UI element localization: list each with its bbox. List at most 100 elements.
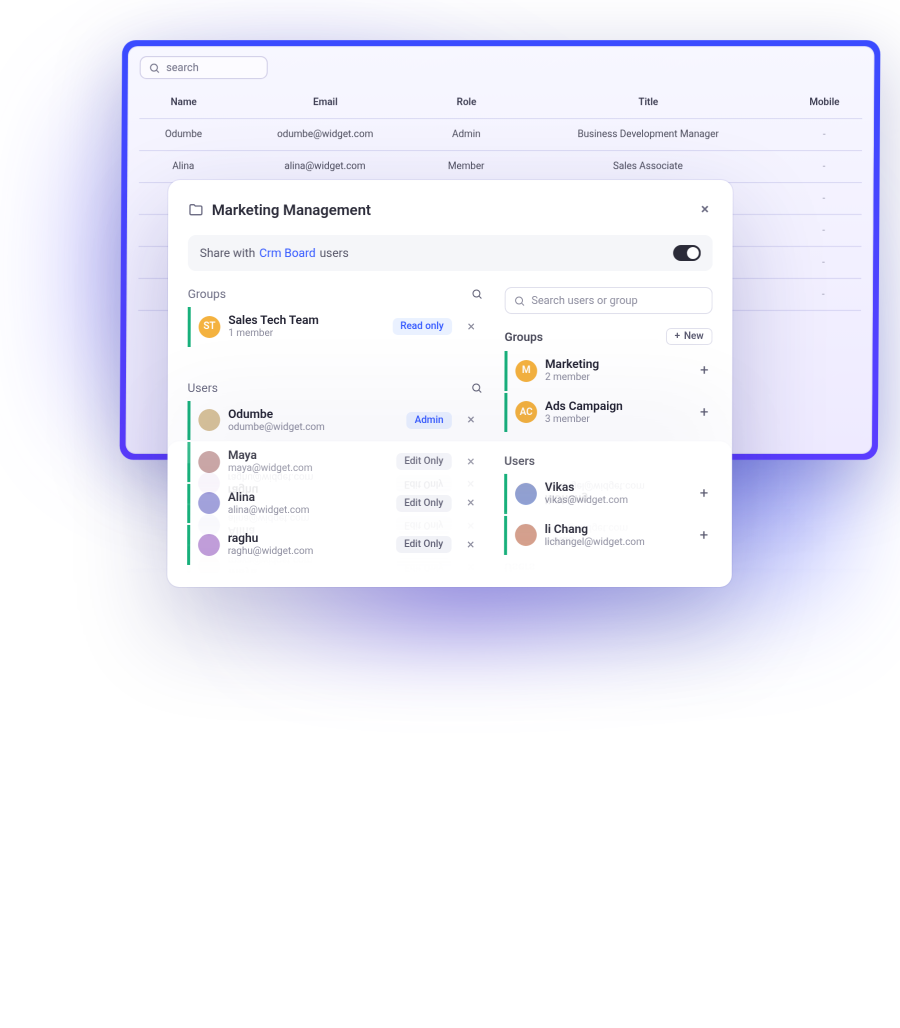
cell-title: Business Development Manager xyxy=(510,877,786,909)
cell-mobile: - xyxy=(785,717,861,749)
cell-name xyxy=(138,749,227,781)
cell-title: Business Development Manager xyxy=(510,119,786,151)
browse-users-label: Users xyxy=(504,454,535,468)
add-button[interactable]: + xyxy=(700,650,708,665)
permission-chip[interactable]: Admin xyxy=(407,412,452,429)
search-users-input[interactable]: Search users or group xyxy=(505,287,713,314)
search-icon[interactable] xyxy=(471,728,483,740)
shared-user-row[interactable]: Odumbeodumbe@widget.comAdmin× xyxy=(187,400,482,439)
browse-group-row[interactable]: ACAds Campaign3 member+ xyxy=(504,392,712,431)
search-icon[interactable] xyxy=(471,288,483,300)
permission-chip[interactable]: Edit Only xyxy=(396,536,451,553)
add-button[interactable]: + xyxy=(700,528,708,543)
shared-user-row[interactable]: raghuraghu@widget.comEdit Only× xyxy=(187,525,482,564)
search-icon[interactable] xyxy=(471,382,483,394)
share-toggle[interactable] xyxy=(673,767,701,783)
cell-name xyxy=(138,717,227,749)
permission-chip[interactable]: Edit Only xyxy=(396,495,451,512)
groups-section-header: Groups xyxy=(188,287,483,301)
search-placeholder: search xyxy=(166,954,199,967)
new-group-button[interactable]: + New xyxy=(666,683,713,700)
share-board-link[interactable]: Crm Board xyxy=(259,768,315,782)
cell-mobile: - xyxy=(786,151,862,183)
groups-label: Groups xyxy=(188,727,226,741)
share-toggle[interactable] xyxy=(673,245,701,261)
add-button[interactable]: + xyxy=(700,405,708,420)
shared-user-row[interactable]: Alinaalina@widget.comEdit Only× xyxy=(187,483,482,522)
browse-groups-label: Groups xyxy=(505,330,543,344)
remove-button[interactable]: × xyxy=(463,453,478,471)
table-row[interactable]: Alinaalina@widget.comMemberSales Associa… xyxy=(139,845,862,877)
close-button[interactable]: × xyxy=(697,198,713,221)
user-avatar xyxy=(515,483,537,505)
group-name: Marketing xyxy=(545,656,692,671)
user-avatar xyxy=(198,451,220,473)
group-avatar: M xyxy=(515,360,537,382)
group-subtext: 2 member xyxy=(545,644,692,656)
cell-mobile: - xyxy=(786,813,862,845)
new-group-button[interactable]: + New xyxy=(666,328,713,345)
col-title[interactable]: Title xyxy=(510,87,786,119)
cell-email xyxy=(227,749,422,781)
col-mobile[interactable]: Mobile xyxy=(786,909,862,941)
cell-mobile: - xyxy=(786,877,862,909)
browse-user-row[interactable]: li Changlichangel@widget.com+ xyxy=(504,515,712,554)
table-row[interactable]: Alinaalina@widget.comMemberSales Associa… xyxy=(139,151,862,183)
col-name[interactable]: Name xyxy=(139,87,228,119)
permission-chip[interactable]: Edit Only xyxy=(396,453,451,470)
permission-chip[interactable]: Read only xyxy=(392,318,451,335)
remove-button[interactable]: × xyxy=(463,536,478,554)
table-row[interactable]: - xyxy=(138,749,861,781)
user-name: li Chang xyxy=(545,521,692,536)
col-role[interactable]: Role xyxy=(423,909,511,941)
search-icon xyxy=(514,722,526,734)
col-email[interactable]: Email xyxy=(228,909,423,941)
browse-group-row[interactable]: MMarketing2 member+ xyxy=(504,351,712,390)
share-suffix: users xyxy=(320,246,349,260)
search-input[interactable]: search xyxy=(140,56,268,79)
cell-name: Alina xyxy=(139,151,228,183)
group-name: Sales Tech Team xyxy=(228,700,384,715)
browse-user-row[interactable]: Vikasvikas@widget.com+ xyxy=(504,474,712,513)
remove-button[interactable]: × xyxy=(463,318,478,336)
browse-group-row[interactable]: MMarketing2 member+ xyxy=(504,638,712,677)
share-bar: Share with Crm Board users xyxy=(188,235,713,271)
col-role[interactable]: Role xyxy=(423,87,511,119)
table-row[interactable]: Odumbeodumbe@widget.comAdminBusiness Dev… xyxy=(139,119,862,151)
user-email: raghu@widget.com xyxy=(228,546,389,558)
share-prefix: Share with xyxy=(200,246,256,260)
table-row[interactable]: Mayamaya@widget.comMemberSales Associate… xyxy=(139,813,862,845)
table-row[interactable]: - xyxy=(139,781,862,813)
cell-name: Alina xyxy=(139,845,228,877)
shared-group-row[interactable]: STSales Tech Team1 memberRead only× xyxy=(188,682,483,721)
share-board-link[interactable]: Crm Board xyxy=(259,246,315,260)
remove-button[interactable]: × xyxy=(463,411,478,429)
cell-mobile: - xyxy=(786,119,862,151)
search-input[interactable]: search xyxy=(140,949,268,972)
remove-button[interactable]: × xyxy=(463,494,478,512)
group-avatar: AC xyxy=(515,401,537,423)
add-button[interactable]: + xyxy=(700,363,708,378)
remove-button[interactable]: × xyxy=(463,693,478,711)
shared-column: Groups STSales Tech Team1 memberRead onl… xyxy=(187,287,483,564)
col-title[interactable]: Title xyxy=(510,909,786,941)
search-users-placeholder: Search users or group xyxy=(531,294,637,307)
add-button[interactable]: + xyxy=(700,486,708,501)
cell-mobile: - xyxy=(785,247,861,279)
cell-title xyxy=(509,717,785,749)
shared-user-row[interactable]: Mayamaya@widget.comEdit Only× xyxy=(187,442,482,481)
cell-mobile: - xyxy=(786,183,862,215)
col-name[interactable]: Name xyxy=(139,909,228,941)
group-subtext: 1 member xyxy=(228,688,384,700)
cell-role xyxy=(422,781,510,813)
search-icon xyxy=(149,62,161,74)
close-button[interactable]: × xyxy=(697,807,713,830)
cell-title: Sales Associate xyxy=(510,845,786,877)
permission-chip[interactable]: Read only xyxy=(392,693,451,710)
browse-users-header: Users xyxy=(504,454,712,468)
table-row[interactable]: - xyxy=(138,717,861,749)
col-email[interactable]: Email xyxy=(228,87,423,119)
table-row[interactable]: Odumbeodumbe@widget.comAdminBusiness Dev… xyxy=(139,877,862,909)
shared-group-row[interactable]: STSales Tech Team1 memberRead only× xyxy=(188,307,483,346)
search-users-input[interactable]: Search users or group xyxy=(505,714,713,741)
